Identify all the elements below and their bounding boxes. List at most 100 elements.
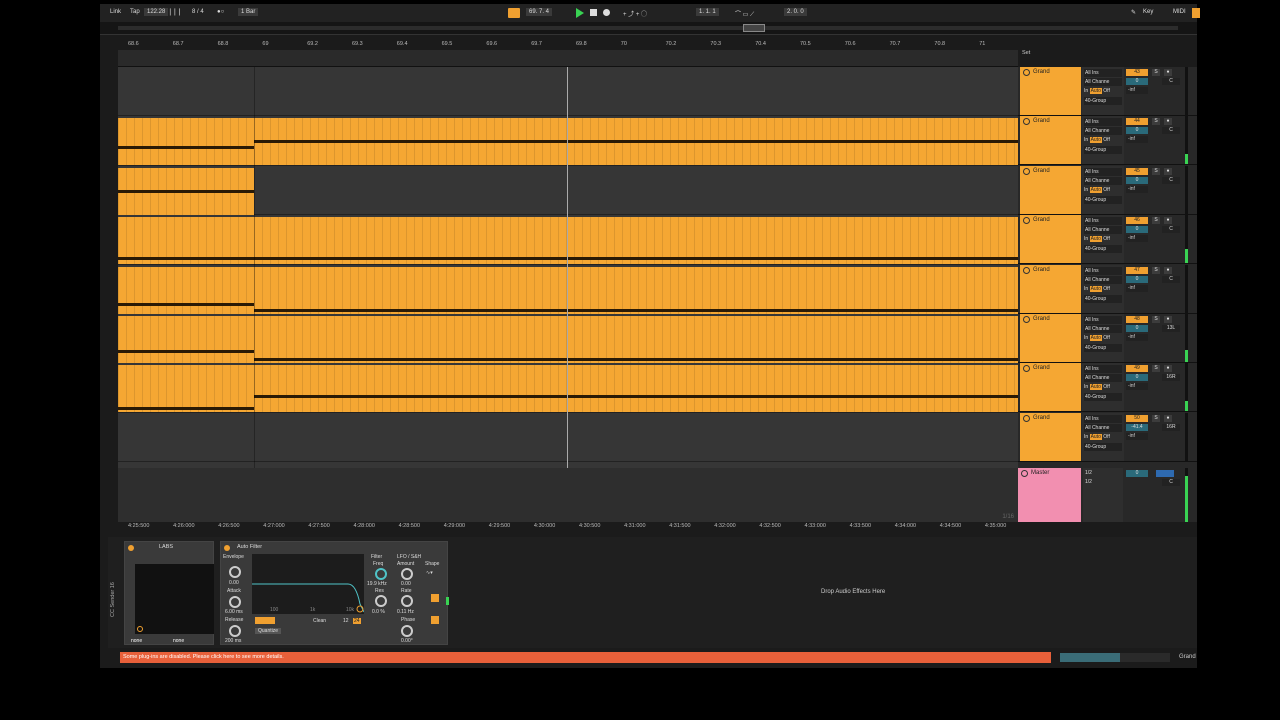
monitor-auto[interactable]: Auto [1089, 285, 1102, 292]
stop-icon[interactable] [590, 9, 597, 16]
solo-button[interactable]: S [1152, 365, 1160, 373]
fold-icon[interactable] [1023, 266, 1030, 274]
arrangement-overview[interactable] [100, 22, 1197, 35]
track-header[interactable]: Grand All Ins All Channe In Auto Off 40-… [1018, 412, 1197, 462]
time-ruler[interactable]: 4:25:500 4:26:000 4:26:500 4:27:000 4:27:500… [118, 522, 1018, 532]
track-volume[interactable]: 0 [1126, 226, 1148, 234]
input-channel-select[interactable]: All Channe [1084, 423, 1122, 432]
master-pan[interactable]: C [1162, 479, 1180, 486]
solo-button[interactable]: S [1152, 266, 1160, 274]
fold-icon[interactable] [1023, 365, 1030, 373]
monitor-in[interactable]: In [1084, 286, 1088, 292]
sync-toggle[interactable] [431, 594, 439, 602]
input-channel-select[interactable]: All Channe [1084, 78, 1122, 86]
arm-icon[interactable]: ● [1164, 217, 1172, 225]
monitor-switch[interactable]: In Auto Off [1084, 334, 1110, 342]
track-lane[interactable] [118, 363, 1018, 413]
loop-icon[interactable]: ⌒ ▭ ⟋ [735, 9, 754, 19]
master-cue[interactable] [1156, 470, 1174, 477]
arm-icon[interactable]: ● [1164, 266, 1172, 274]
master-output-2[interactable]: 1/2 [1085, 479, 1092, 485]
retrigger-toggle[interactable] [431, 616, 439, 624]
monitor-off[interactable]: Off [1103, 187, 1110, 193]
arm-icon[interactable]: ● [1164, 69, 1172, 76]
output-select[interactable]: 40-Group [1084, 146, 1122, 155]
track-lane[interactable] [118, 412, 1018, 463]
midi-clip[interactable] [118, 118, 254, 166]
nudge-icon[interactable]: ▏▏▏ [170, 9, 184, 16]
input-channel-select[interactable]: All Channe [1084, 127, 1122, 136]
automation-icons[interactable]: + ⤴ + ◯ [623, 9, 647, 18]
auto-filter-device[interactable]: Auto Filter Envelope 0.00 Attack 6.00 ms… [220, 541, 448, 645]
input-type-select[interactable]: All Ins [1084, 118, 1122, 127]
song-position[interactable]: 69. 7. 4 [526, 8, 553, 16]
midi-map-button[interactable]: MIDI [1173, 9, 1186, 15]
track-color-strip[interactable]: Grand [1020, 215, 1081, 264]
output-select[interactable]: 40-Group [1084, 442, 1122, 451]
send-value[interactable]: -inf [1126, 284, 1148, 292]
master-color-strip[interactable]: Master [1018, 468, 1081, 522]
overview-handle[interactable] [743, 24, 765, 32]
labs-device[interactable]: LABS none none [124, 541, 214, 645]
monitor-off[interactable]: Off [1103, 335, 1110, 341]
track-activator[interactable]: 49 [1126, 365, 1148, 373]
track-color-strip[interactable]: Grand [1020, 165, 1081, 214]
monitor-in[interactable]: In [1084, 236, 1088, 242]
tap-button[interactable]: Tap [130, 9, 140, 15]
midi-note[interactable] [118, 407, 254, 411]
monitor-auto[interactable]: Auto [1089, 236, 1102, 243]
loop-start[interactable]: 1. 1. 1 [696, 8, 719, 16]
slope-12[interactable]: 12 [343, 618, 349, 624]
track-pan[interactable]: C [1162, 78, 1180, 85]
rate-knob[interactable] [401, 595, 413, 607]
track-color-strip[interactable]: Grand [1020, 363, 1081, 412]
quantize-button[interactable]: Quantize [255, 628, 282, 634]
solo-button[interactable]: S [1152, 316, 1160, 323]
midi-note[interactable] [118, 302, 254, 306]
arm-icon[interactable]: ● [1164, 118, 1172, 126]
midi-clip[interactable] [118, 316, 254, 363]
arm-icon[interactable]: ● [1164, 414, 1172, 422]
input-type-select[interactable]: All Ins [1084, 316, 1122, 324]
track-pan[interactable]: C [1162, 127, 1180, 135]
input-type-select[interactable]: All Ins [1084, 266, 1122, 275]
track-header[interactable]: Grand All Ins All Channe In Auto Off 40-… [1018, 165, 1197, 215]
input-channel-select[interactable]: All Channe [1084, 275, 1122, 284]
attack-knob[interactable] [229, 596, 241, 608]
track-pan[interactable]: C [1162, 226, 1180, 234]
filter-type-lp-button[interactable] [255, 617, 275, 624]
track-volume[interactable]: 0 [1126, 374, 1148, 382]
monitor-switch[interactable]: In Auto Off [1084, 235, 1110, 243]
freq-knob[interactable] [375, 568, 387, 580]
monitor-off[interactable]: Off [1103, 286, 1110, 292]
arm-icon[interactable]: ● [1164, 316, 1172, 323]
envelope-amount-knob[interactable] [229, 566, 241, 578]
track-lane[interactable] [118, 215, 1018, 265]
labs-knob-icon[interactable] [137, 626, 143, 632]
track-lane[interactable] [118, 264, 1018, 314]
monitor-in[interactable]: In [1084, 137, 1088, 143]
midi-note[interactable] [118, 146, 254, 150]
solo-button[interactable]: S [1152, 217, 1160, 225]
track-header[interactable]: Grand All Ins All Channe In Auto Off 40-… [1018, 264, 1197, 314]
monitor-in[interactable]: In [1084, 434, 1088, 440]
monitor-switch[interactable]: In Auto Off [1084, 433, 1110, 441]
output-select[interactable]: 40-Group [1084, 245, 1122, 254]
monitor-auto[interactable]: Auto [1089, 186, 1102, 193]
monitor-switch[interactable]: In Auto Off [1084, 136, 1110, 144]
key-map-button[interactable]: Key [1143, 9, 1153, 15]
send-value[interactable]: -inf [1126, 185, 1148, 193]
device-on-icon[interactable] [128, 545, 134, 551]
fold-icon[interactable] [1023, 217, 1030, 225]
midi-note[interactable] [254, 308, 1018, 312]
track-pan[interactable]: 13L [1162, 325, 1180, 332]
monitor-auto[interactable]: Auto [1089, 137, 1102, 144]
send-value[interactable]: -inf [1126, 432, 1148, 440]
solo-button[interactable]: S [1152, 118, 1160, 126]
audio-effects-dropzone[interactable]: Drop Audio Effects Here [456, 541, 1197, 645]
time-signature[interactable]: 8 / 4 [192, 9, 204, 15]
fold-icon[interactable] [1023, 118, 1030, 126]
midi-note[interactable] [254, 140, 1018, 144]
track-volume[interactable]: 0 [1126, 176, 1148, 184]
loop-length[interactable]: 2. 0. 0 [784, 8, 807, 16]
